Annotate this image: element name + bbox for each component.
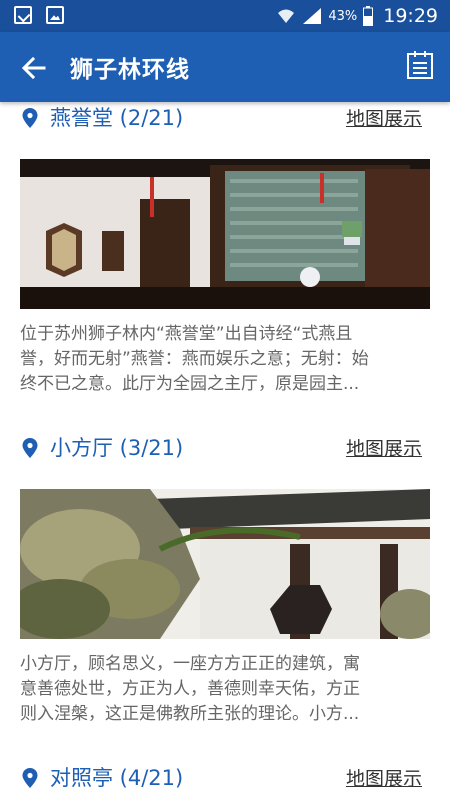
site-description: 位于苏州狮子林内“燕誉堂”出自诗经“式燕且 誉，好而无射”燕誉：燕而娱乐之意；无… (20, 322, 430, 397)
location-pin-icon (22, 768, 38, 788)
site-title[interactable]: 小方厅 (3/21) (50, 432, 183, 462)
location-pin-icon (22, 438, 38, 458)
description-line: 小方厅，顾名思义，一座方方正正的建筑，寓 (20, 654, 360, 674)
description-line: 则入涅槃，这正是佛教所主张的理论。小方... (20, 704, 360, 724)
location-pin-icon (22, 108, 38, 128)
site-header: 对照亭 (4/21) 地图展示 (0, 758, 450, 798)
site-description: 小方厅，顾名思义，一座方方正正的建筑，寓 意善德处世，方正为人，善德则幸天佑，方… (20, 652, 430, 727)
site-title[interactable]: 对照亭 (4/21) (50, 762, 183, 792)
site-item: 对照亭 (4/21) 地图展示 (0, 758, 450, 798)
description-line: 意善德处世，方正为人，善德则幸天佑，方正 (20, 679, 360, 699)
pavilion-garden-image (20, 489, 430, 639)
site-header: 燕誉堂 (2/21) 地图展示 (0, 102, 450, 138)
site-list[interactable]: 燕誉堂 (2/21) 地图展示 位于苏州狮子林内“燕誉堂”出自诗经“式燕且 誉，… (0, 102, 450, 800)
page-title: 狮子林环线 (70, 57, 190, 83)
site-title[interactable]: 燕誉堂 (2/21) (50, 102, 183, 132)
download-notification-icon (14, 6, 32, 24)
wifi-icon (278, 9, 295, 23)
map-display-link[interactable]: 地图展示 (346, 434, 422, 461)
site-header: 小方厅 (3/21) 地图展示 (0, 428, 450, 468)
map-display-link[interactable]: 地图展示 (346, 104, 422, 131)
battery-percent: 43% (328, 8, 358, 24)
image-notification-icon (46, 6, 64, 24)
site-item: 小方厅 (3/21) 地图展示 小方厅，顾名思义，一座方方正正的建筑，寓 意善德… (0, 428, 450, 724)
map-display-link[interactable]: 地图展示 (346, 764, 422, 791)
description-line: 誉，好而无射”燕誉：燕而娱乐之意；无射：始 (20, 349, 369, 369)
clock: 19:29 (383, 5, 438, 27)
app-bar: 狮子林环线 (0, 32, 450, 102)
signal-icon (303, 8, 322, 24)
hall-interior-image (20, 159, 430, 309)
description-line: 终不已之意。此厅为全园之主厅，原是园主... (20, 374, 360, 394)
back-arrow-icon[interactable] (18, 52, 50, 84)
site-item: 燕誉堂 (2/21) 地图展示 位于苏州狮子林内“燕誉堂”出自诗经“式燕且 誉，… (0, 102, 450, 394)
status-bar: 43% 19:29 (0, 0, 450, 32)
description-line: 位于苏州狮子林内“燕誉堂”出自诗经“式燕且 (20, 324, 353, 344)
site-photo[interactable] (20, 489, 430, 639)
battery-icon (363, 6, 374, 26)
site-photo[interactable] (20, 159, 430, 309)
calendar-list-icon[interactable] (406, 50, 434, 80)
